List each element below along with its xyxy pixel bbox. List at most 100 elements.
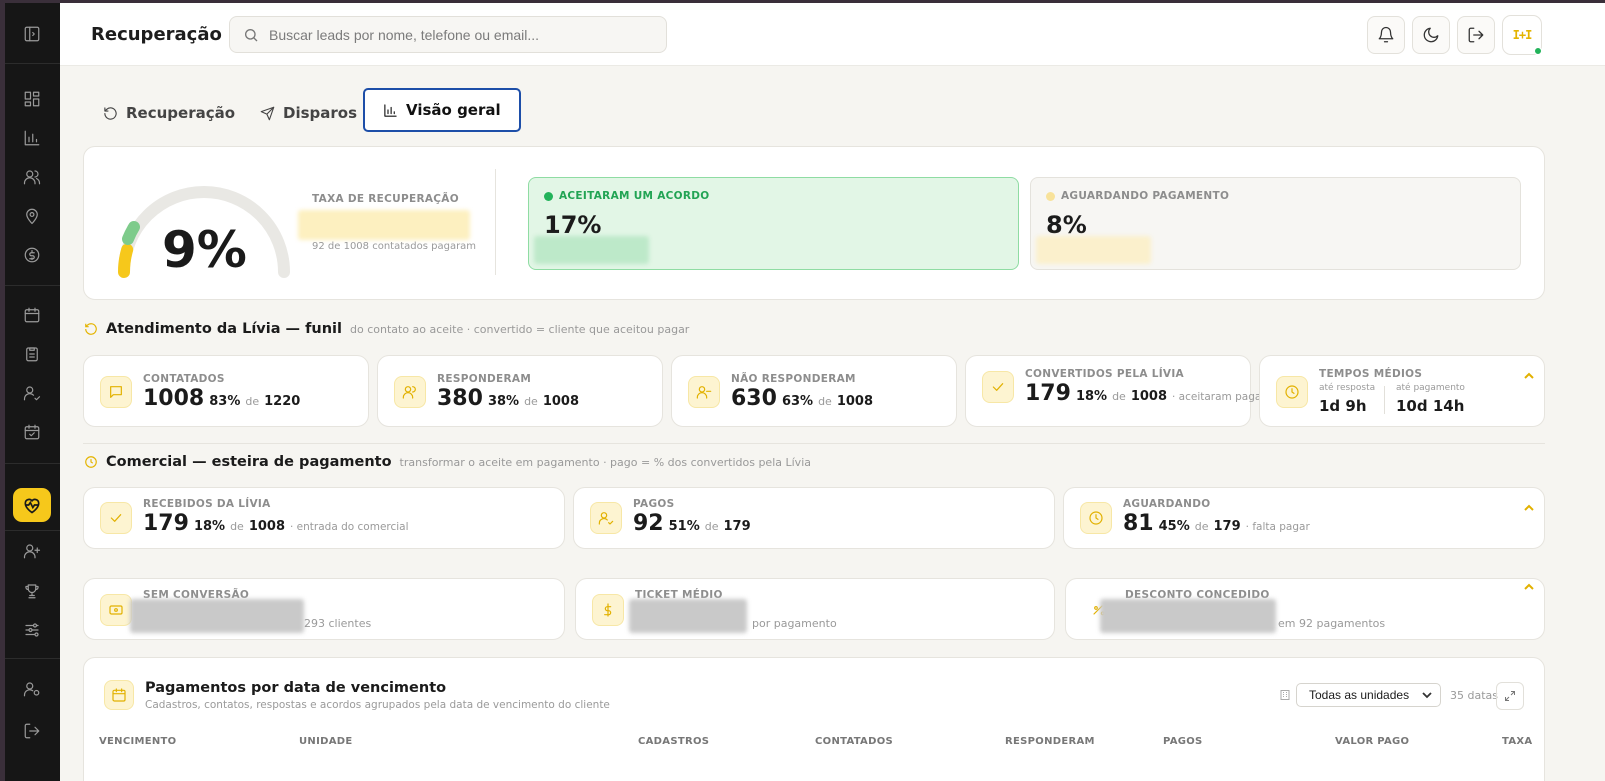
stat-note: · entrada do comercial: [290, 521, 409, 533]
theme-toggle-button[interactable]: [1412, 16, 1450, 54]
sidebar: [5, 3, 60, 781]
map-pin-icon[interactable]: [20, 204, 44, 228]
sidebar-toggle-icon[interactable]: [20, 22, 44, 46]
time-payment-value: 10d 14h: [1396, 397, 1465, 415]
sidebar-item-recovery[interactable]: [13, 488, 51, 522]
stat-percent: 18%: [193, 519, 226, 534]
expand-icon: [1505, 691, 1515, 701]
trophy-icon[interactable]: [20, 579, 44, 603]
search-icon: [245, 28, 258, 41]
redacted-value: [1036, 236, 1151, 264]
recovery-rate-label: TAXA DE RECUPERAÇÃO: [312, 193, 459, 205]
stat-percent: 51%: [668, 519, 700, 534]
stat-note: por pagamento: [752, 617, 837, 630]
stat-total: 1008: [248, 519, 285, 534]
send-icon: [260, 106, 275, 120]
stat-label: AGUARDANDO: [1123, 498, 1211, 510]
column-header[interactable]: TAXA: [1502, 736, 1532, 747]
dollar-circle-icon[interactable]: [20, 243, 44, 267]
bar-chart-icon[interactable]: [20, 126, 44, 150]
tab-overview[interactable]: Visão geral: [363, 88, 521, 132]
user-plus-icon[interactable]: [20, 539, 44, 563]
column-header[interactable]: CONTATADOS: [815, 736, 893, 747]
users-icon[interactable]: [20, 165, 44, 189]
dates-count: 35 datas: [1450, 689, 1499, 702]
chevron-up-icon[interactable]: [1524, 577, 1534, 590]
search-bar[interactable]: [229, 16, 667, 53]
waiting-label: AGUARDANDO PAGAMENTO: [1061, 190, 1230, 202]
calendar-icon[interactable]: [20, 303, 44, 327]
clipboard-icon[interactable]: [20, 342, 44, 366]
section-subtitle: do contato ao aceite · convertido = clie…: [350, 323, 690, 336]
calendar-check-icon[interactable]: [20, 420, 44, 444]
clock-icon: [1080, 502, 1112, 534]
stat-percent: 83%: [209, 394, 241, 409]
stat-card-contacted: CONTATADOS 1008 83% de 1220: [83, 355, 369, 427]
stat-value: 630: [731, 386, 777, 411]
stat-value: 92: [633, 511, 664, 536]
unit-select-value: Todas as unidades: [1309, 688, 1410, 702]
user-minus-icon: [688, 376, 720, 408]
tab-label: Disparos: [283, 104, 358, 122]
clock-icon: [1276, 376, 1308, 408]
expand-button[interactable]: [1496, 682, 1524, 710]
redacted-value: [629, 599, 747, 633]
stat-card-waiting: AGUARDANDO 81 45% de 179 · falta pagar: [1063, 487, 1545, 549]
logout-button[interactable]: [1457, 16, 1495, 54]
dollar-icon: [592, 594, 624, 626]
stat-card-responded: RESPONDERAM 380 38% de 1008: [377, 355, 663, 427]
stat-percent: 63%: [781, 394, 814, 409]
redacted-value: [298, 210, 470, 240]
stat-label: CONVERTIDOS PELA LÍVIA: [1025, 368, 1184, 380]
column-header[interactable]: UNIDADE: [299, 736, 352, 747]
message-icon: [100, 376, 132, 408]
clock-icon: [85, 456, 97, 468]
column-header[interactable]: RESPONDERAM: [1005, 736, 1095, 747]
recovery-rate-sub: 92 de 1008 contatados pagaram: [312, 241, 477, 252]
tab-label: Recuperação: [126, 104, 236, 122]
notifications-button[interactable]: [1367, 16, 1405, 54]
time-payment-label: até pagamento: [1396, 383, 1465, 393]
column-header[interactable]: VENCIMENTO: [99, 736, 176, 747]
unit-select[interactable]: Todas as unidades: [1296, 683, 1441, 707]
chevron-up-icon[interactable]: [1524, 498, 1534, 511]
stat-note: 293 clientes: [304, 617, 372, 630]
user-settings-icon[interactable]: [20, 677, 44, 701]
moon-icon: [1423, 27, 1439, 43]
column-header[interactable]: CADASTROS: [638, 736, 709, 747]
accepted-card: ACEITARAM UM ACORDO 17%: [528, 177, 1019, 270]
sliders-icon[interactable]: [20, 618, 44, 642]
top-header: Recuperação I+I: [60, 3, 1605, 66]
stat-card-paid: PAGOS 92 51% de 179: [573, 487, 1055, 549]
user-check-icon[interactable]: [20, 381, 44, 405]
stat-label: TEMPOS MÉDIOS: [1319, 368, 1423, 380]
stat-label: PAGOS: [633, 498, 675, 510]
commercial-section-title: Comercial — esteira de pagamento transfo…: [84, 454, 811, 470]
redacted-value: [130, 599, 304, 633]
section-heading: Comercial — esteira de pagamento: [106, 454, 392, 470]
column-header[interactable]: VALOR PAGO: [1335, 736, 1409, 747]
chevron-down-icon: [1422, 692, 1432, 699]
time-response-label: até resposta: [1319, 383, 1376, 393]
stat-card-discount: DESCONTO CONCEDIDO em 92 pagamentos: [1065, 578, 1545, 640]
waiting-value: 8%: [1046, 211, 1087, 239]
check-icon: [100, 502, 132, 534]
redacted-value: [534, 236, 649, 264]
section-heading: Atendimento da Lívia — funil: [106, 321, 342, 337]
chevron-up-icon[interactable]: [1524, 366, 1534, 379]
search-input[interactable]: [269, 26, 649, 43]
logout-icon[interactable]: [20, 719, 44, 743]
section-subtitle: transformar o aceite em pagamento · pago…: [399, 456, 811, 469]
dashboard-icon[interactable]: [20, 87, 44, 111]
stat-total: 179: [723, 519, 751, 534]
stat-of-label: de: [1194, 520, 1209, 533]
tab-recovery[interactable]: Recuperação: [85, 91, 253, 135]
tab-dispatches[interactable]: Disparos: [242, 91, 375, 135]
online-status-dot: [1534, 47, 1542, 55]
payments-card: Pagamentos por data de vencimento Cadast…: [83, 657, 1545, 781]
building-icon: [1280, 690, 1290, 700]
column-header[interactable]: PAGOS: [1163, 736, 1203, 747]
payments-subtitle: Cadastros, contatos, respostas e acordos…: [145, 699, 610, 711]
stat-label: RESPONDERAM: [437, 373, 532, 385]
stat-total: 1220: [264, 394, 301, 409]
